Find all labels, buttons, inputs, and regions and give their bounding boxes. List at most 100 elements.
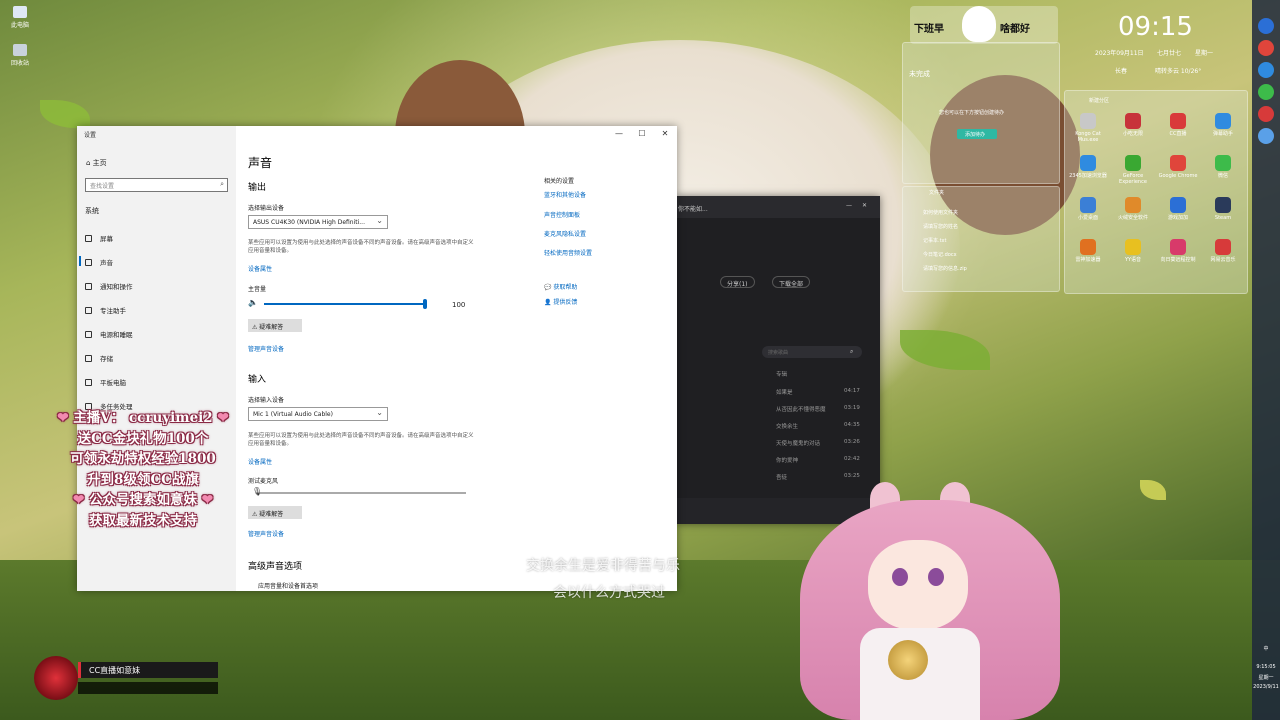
- add-todo-button[interactable]: 添加待办: [957, 129, 997, 139]
- promo-line: 获取最新技术支持: [89, 512, 197, 529]
- help-icon: 💬: [544, 284, 554, 291]
- promo-line: 可领永劫特权经验1800: [70, 451, 216, 467]
- music-app-window: 你不能如... — ✕ 分享(1) 下载全部 搜索歌曲 ⌕ 专辑 如果是 04:1…: [676, 196, 880, 524]
- settings-icon[interactable]: [1258, 128, 1274, 144]
- maximize-button[interactable]: ☐: [633, 129, 651, 138]
- app-shortcut[interactable]: GeForce Experience: [1112, 155, 1154, 185]
- chrome-icon[interactable]: [1258, 40, 1274, 56]
- duck-icon: [962, 6, 996, 42]
- download-all-button[interactable]: 下载全部: [772, 276, 811, 288]
- sidebar-item[interactable]: 专注助手: [85, 305, 126, 315]
- avatar-eye: [892, 568, 908, 586]
- music-search-input[interactable]: 搜索歌曲 ⌕: [762, 346, 862, 358]
- get-help-link[interactable]: 💬 获取帮助: [544, 282, 577, 291]
- avatar-face: [868, 540, 968, 630]
- song-row[interactable]: 如果是 04:17: [676, 388, 876, 398]
- app-icon: [1080, 197, 1096, 213]
- app-shortcut[interactable]: 微信: [1202, 155, 1244, 179]
- app-icon: [1215, 239, 1231, 255]
- sidebar-item[interactable]: 屏幕: [85, 233, 113, 243]
- app-shortcut[interactable]: Google Chrome: [1157, 155, 1199, 179]
- sidebar-item[interactable]: 存储: [85, 353, 113, 363]
- nav-icon: [85, 378, 92, 386]
- give-feedback-link[interactable]: 👤 提供反馈: [544, 297, 577, 306]
- search-icon: ⌕: [220, 180, 224, 188]
- heart-icon: ❤: [197, 492, 214, 508]
- file-item[interactable]: 请填写您的姓名: [923, 223, 958, 230]
- app-volume-preferences-link[interactable]: 应用音量和设备首选项: [258, 581, 318, 590]
- app-shortcut[interactable]: 弹幕助手: [1202, 113, 1244, 137]
- heart-icon: ❤: [57, 410, 74, 426]
- app-icon: [1080, 155, 1096, 171]
- app-shortcut[interactable]: 游戏加加: [1157, 197, 1199, 221]
- app-shortcut[interactable]: YY语音: [1112, 239, 1154, 263]
- avatar-medal: [888, 640, 928, 680]
- app-shortcut[interactable]: 雷神加速器: [1067, 239, 1109, 263]
- volume-slider-thumb[interactable]: [423, 299, 427, 309]
- nav-icon: [85, 330, 92, 338]
- file-item[interactable]: 如何使用文件夹: [923, 209, 958, 216]
- related-link[interactable]: 麦克风隐私设置: [544, 229, 586, 238]
- app-icon: [1170, 197, 1186, 213]
- netease-music-icon[interactable]: [1258, 106, 1274, 122]
- home-link[interactable]: ⌂ 主页: [86, 158, 107, 168]
- sidebar-item[interactable]: 平板电脑: [85, 377, 126, 387]
- nav-icon: [85, 234, 92, 242]
- desktop-icon-this-pc[interactable]: 此电脑: [6, 6, 34, 32]
- close-icon[interactable]: ✕: [862, 202, 867, 209]
- promo-line: ❤ 公众号搜索如意妹 ❤: [72, 492, 214, 508]
- desktop-icon-recycle-bin[interactable]: 回收站: [6, 44, 34, 70]
- app-icon: [1080, 239, 1096, 255]
- output-device-select[interactable]: ASUS CU4K30 (NVIDIA High Definiti...: [248, 215, 388, 229]
- sidebar-item[interactable]: 电源和睡眠: [85, 329, 133, 339]
- browser-icon[interactable]: [1258, 62, 1274, 78]
- app-icon: [1125, 155, 1141, 171]
- app-shortcut[interactable]: 2345加速浏览器: [1067, 155, 1109, 179]
- file-item[interactable]: 记事本.txt: [923, 237, 946, 244]
- file-item[interactable]: 请填写您的信息.zip: [923, 265, 967, 272]
- related-link[interactable]: 声音控制面板: [544, 210, 580, 219]
- app-shortcut[interactable]: 火绒安全软件: [1112, 197, 1154, 221]
- app-shortcut[interactable]: Kongo Cat Mus.exe: [1067, 113, 1109, 143]
- todo-widget: 未完成 您也可以在下方按钮创建待办 添加待办: [902, 42, 1060, 184]
- related-link[interactable]: 蓝牙和其他设备: [544, 190, 586, 199]
- song-row[interactable]: 你的爱神 02:42: [676, 456, 876, 466]
- window-title: 设置: [84, 132, 97, 139]
- song-row[interactable]: 吾徒 03:25: [676, 473, 876, 483]
- manage-output-devices-link[interactable]: 管理声音设备: [248, 344, 284, 353]
- app-icon: [1215, 113, 1231, 129]
- app-icon: [1125, 197, 1141, 213]
- sidebar-item[interactable]: 声音: [79, 256, 113, 267]
- related-link[interactable]: 轻松使用音频设置: [544, 248, 592, 257]
- speaker-icon: 🔈: [248, 298, 258, 307]
- promo-line: 送CC金块礼物100个: [77, 430, 209, 447]
- output-heading: 输出: [248, 183, 267, 193]
- song-row[interactable]: 从否因此不懂得恶魔 03:19: [676, 405, 876, 415]
- search-icon: ⌕: [850, 348, 854, 355]
- output-device-properties-link[interactable]: 设备属性: [248, 264, 272, 273]
- minimize-button[interactable]: —: [610, 129, 628, 138]
- windows-icon[interactable]: [1258, 18, 1274, 34]
- output-troubleshoot-button[interactable]: ⚠ 疑难解答: [248, 319, 302, 332]
- share-button[interactable]: 分享(1): [720, 276, 755, 288]
- app-icon: [1170, 113, 1186, 129]
- app-shortcut[interactable]: Steam: [1202, 197, 1244, 221]
- app-shortcut[interactable]: 小爱桌面: [1067, 197, 1109, 221]
- song-row[interactable]: 交换余生 04:35: [676, 422, 876, 432]
- song-row[interactable]: 天使与魔鬼的对话 03:26: [676, 439, 876, 449]
- wechat-icon[interactable]: [1258, 84, 1274, 100]
- app-shortcut[interactable]: 向日葵远程控制: [1157, 239, 1199, 263]
- brand-banner: 下班早 啥都好: [910, 6, 1058, 44]
- sidebar-item[interactable]: 通知和操作: [85, 281, 133, 291]
- input-device-select[interactable]: Mic 1 (Virtual Audio Cable): [248, 407, 388, 421]
- app-icon: [1170, 239, 1186, 255]
- nav-icon: [85, 282, 92, 290]
- wallpaper-leaf: [1140, 480, 1166, 500]
- minimize-icon[interactable]: —: [846, 202, 852, 209]
- app-shortcut[interactable]: 网易云音乐: [1202, 239, 1244, 263]
- app-shortcut[interactable]: 小吃无限: [1112, 113, 1154, 137]
- app-shortcut[interactable]: CC直播: [1157, 113, 1199, 137]
- close-button[interactable]: ✕: [656, 129, 674, 138]
- settings-search-input[interactable]: 查找设置 ⌕: [85, 178, 228, 192]
- file-item[interactable]: 今日笔记.docx: [923, 251, 957, 258]
